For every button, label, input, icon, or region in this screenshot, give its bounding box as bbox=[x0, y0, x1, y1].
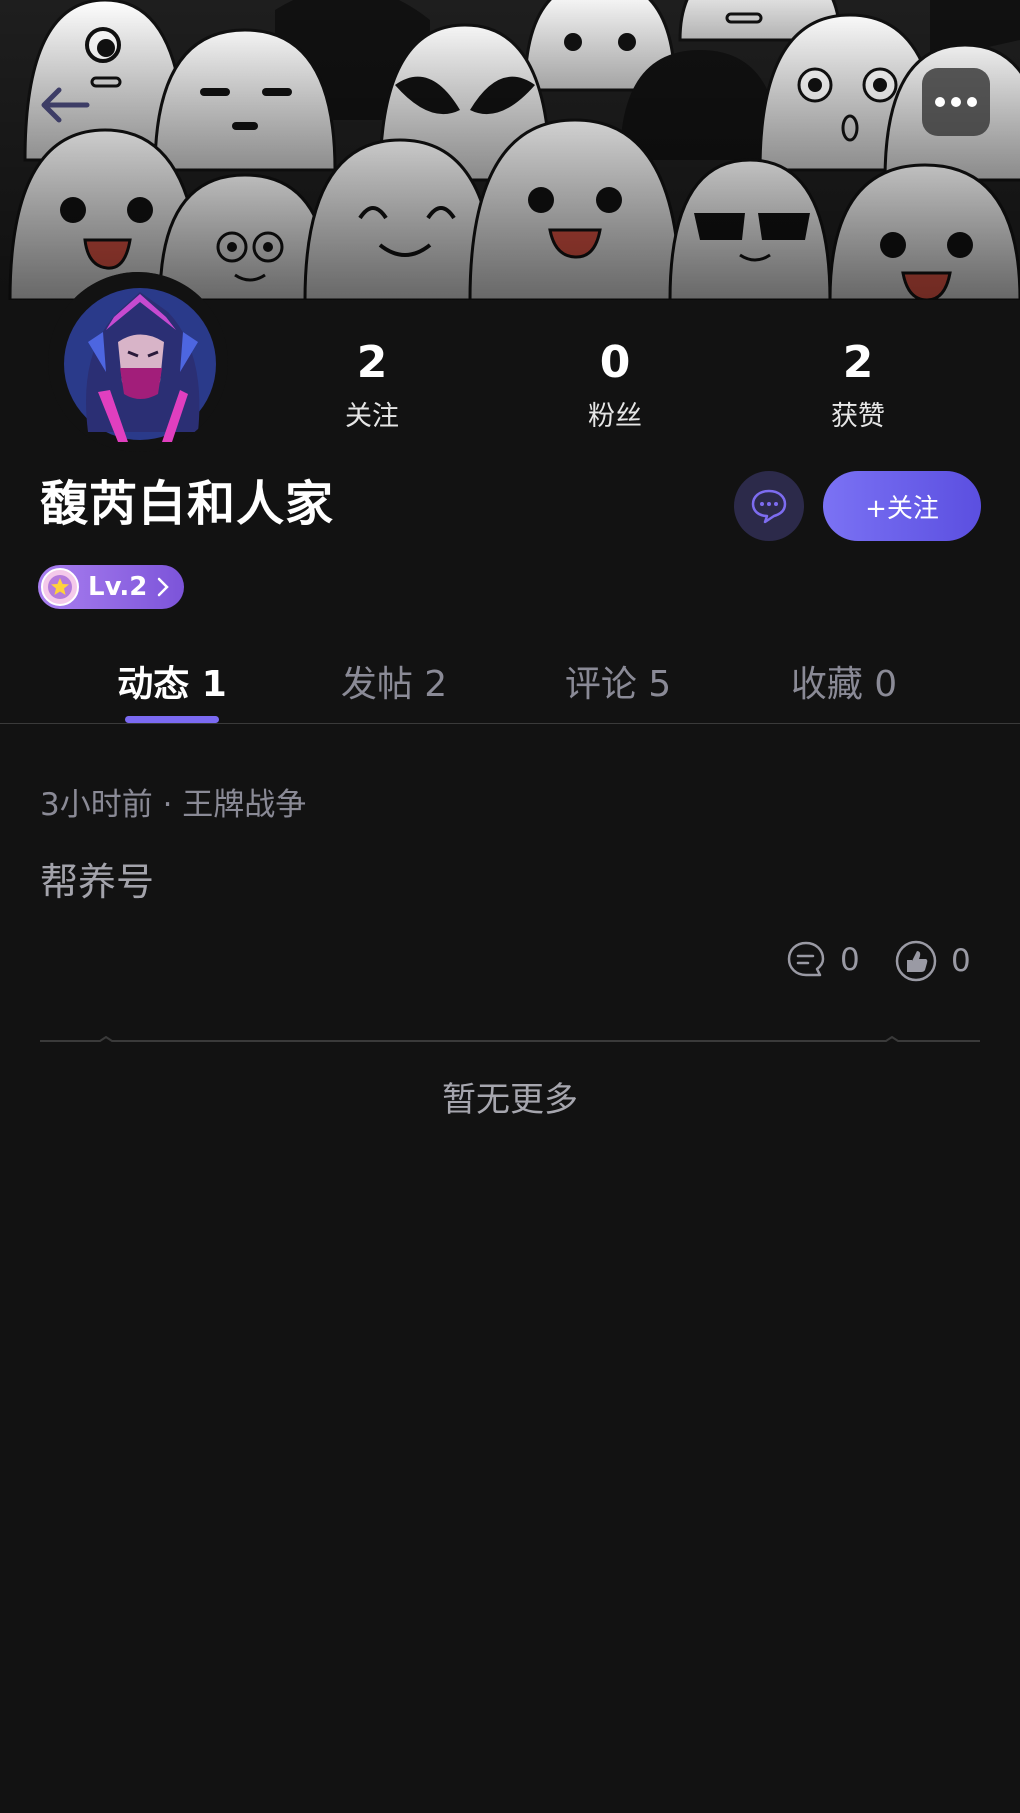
chevron-right-icon bbox=[158, 577, 170, 597]
follow-button[interactable]: +关注 bbox=[823, 471, 981, 541]
fans-count: 0 bbox=[599, 337, 631, 388]
ghost-illustration bbox=[0, 0, 1020, 300]
fans-label: 粉丝 bbox=[588, 401, 642, 432]
back-button[interactable] bbox=[30, 70, 100, 140]
ellipsis-icon bbox=[935, 97, 977, 107]
level-label: Lv.2 bbox=[88, 572, 148, 602]
level-badge[interactable]: Lv.2 bbox=[38, 565, 184, 609]
tab-comments[interactable]: 评论 5 bbox=[508, 650, 728, 720]
avatar-image bbox=[48, 272, 228, 452]
like-count: 0 bbox=[951, 943, 971, 979]
stat-fans[interactable]: 0 粉丝 bbox=[535, 335, 695, 435]
post-actions: 0 0 bbox=[780, 940, 990, 990]
likes-received-count: 2 bbox=[842, 337, 874, 388]
tab-activity[interactable]: 动态 1 bbox=[62, 650, 282, 720]
arrow-left-icon bbox=[41, 87, 90, 123]
stat-following[interactable]: 2 关注 bbox=[292, 335, 452, 435]
message-button[interactable] bbox=[734, 471, 804, 541]
post-meta: 3小时前 · 王牌战争 bbox=[40, 787, 307, 823]
level-medal-icon bbox=[41, 568, 79, 606]
wave-divider bbox=[40, 1036, 980, 1042]
thumbs-up-icon bbox=[895, 940, 937, 982]
following-count: 2 bbox=[356, 337, 388, 388]
more-options-button[interactable] bbox=[922, 68, 990, 136]
comment-icon bbox=[787, 941, 825, 977]
profile-banner bbox=[0, 0, 1020, 300]
tab-posts[interactable]: 发帖 2 bbox=[284, 650, 504, 720]
message-bubble-icon bbox=[751, 489, 787, 524]
likes-received-label: 获赞 bbox=[831, 401, 885, 432]
comment-count: 0 bbox=[840, 942, 860, 978]
post-content: 帮养号 bbox=[40, 860, 155, 904]
avatar[interactable] bbox=[48, 272, 228, 452]
no-more-text: 暂无更多 bbox=[442, 1080, 578, 1120]
following-label: 关注 bbox=[345, 401, 399, 432]
tab-favorites[interactable]: 收藏 0 bbox=[734, 650, 954, 720]
profile-tabs: 动态 1 发帖 2 评论 5 收藏 0 bbox=[0, 650, 1020, 724]
stat-likes[interactable]: 2 获赞 bbox=[778, 335, 938, 435]
username: 馥芮白和人家 bbox=[40, 476, 335, 532]
comment-button[interactable]: 0 bbox=[786, 940, 860, 980]
active-tab-indicator bbox=[125, 716, 219, 723]
like-button[interactable]: 0 bbox=[895, 940, 971, 982]
